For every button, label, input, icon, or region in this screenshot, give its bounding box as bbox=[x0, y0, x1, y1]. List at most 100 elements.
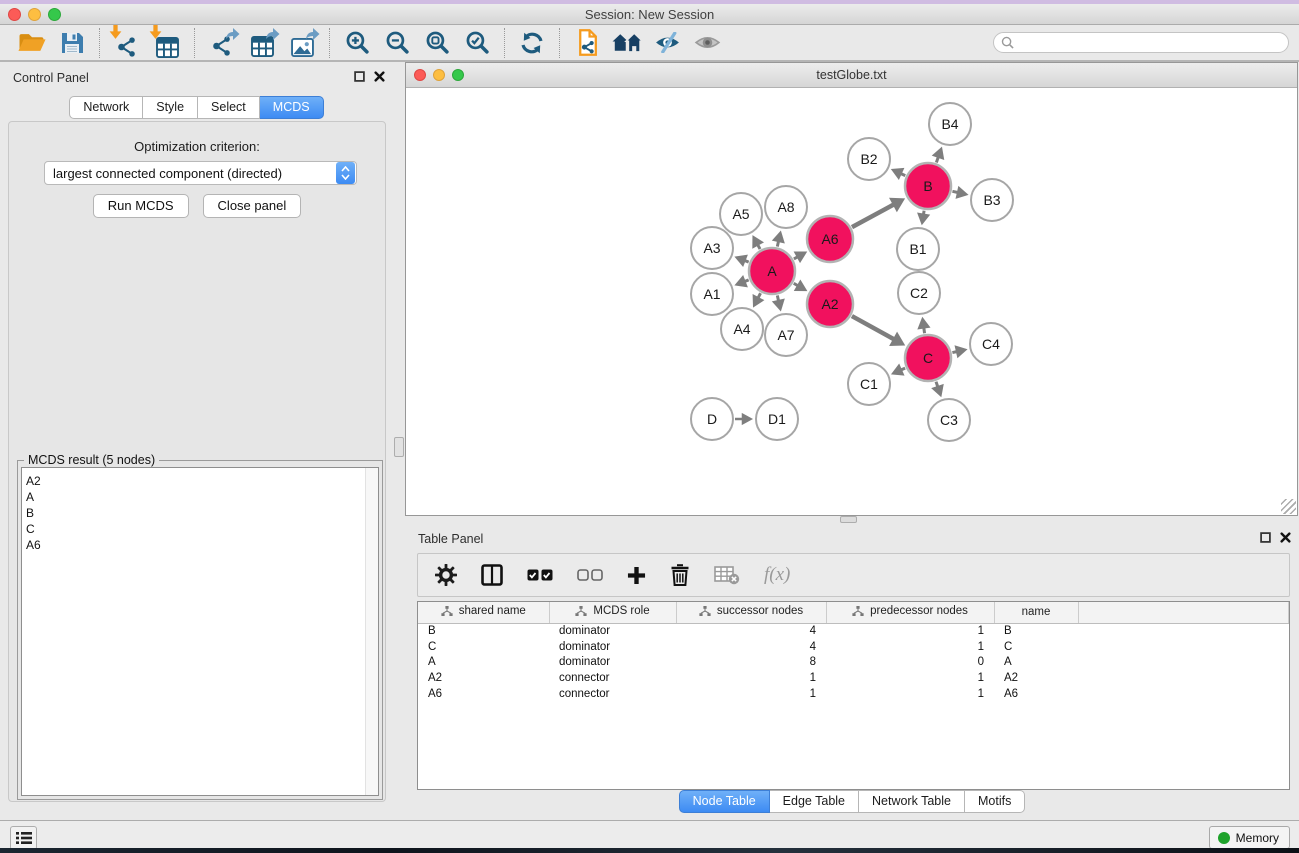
show-columns-button[interactable] bbox=[481, 564, 503, 586]
delete-table-button[interactable] bbox=[714, 565, 740, 585]
float-panel-icon[interactable] bbox=[354, 71, 365, 82]
first-neighbors-button[interactable] bbox=[607, 27, 647, 59]
node-C[interactable]: C bbox=[905, 335, 951, 381]
table-cell[interactable]: connector bbox=[549, 670, 676, 686]
tab-select[interactable]: Select bbox=[198, 96, 260, 119]
horizontal-splitter-handle[interactable] bbox=[840, 516, 857, 523]
table-cell[interactable]: 1 bbox=[676, 670, 826, 686]
tab-style[interactable]: Style bbox=[143, 96, 198, 119]
node-C2[interactable]: C2 bbox=[898, 272, 940, 314]
function-builder-button[interactable]: f(x) bbox=[764, 564, 790, 586]
close-panel-icon[interactable] bbox=[1280, 532, 1291, 543]
tab-network[interactable]: Network bbox=[69, 96, 143, 119]
table-cell[interactable]: 4 bbox=[676, 639, 826, 655]
save-session-button[interactable] bbox=[52, 27, 92, 59]
table-cell[interactable]: A bbox=[418, 655, 549, 671]
close-panel-button[interactable]: Close panel bbox=[203, 194, 302, 218]
mcds-result-item[interactable]: A2 bbox=[26, 473, 378, 489]
table-cell[interactable]: A6 bbox=[994, 686, 1078, 702]
run-mcds-button[interactable]: Run MCDS bbox=[93, 194, 189, 218]
list-scrollbar[interactable] bbox=[365, 468, 378, 795]
open-file-button[interactable] bbox=[12, 27, 52, 59]
tab-node-table[interactable]: Node Table bbox=[679, 790, 770, 813]
export-table-button[interactable] bbox=[242, 27, 282, 59]
resize-grip-icon[interactable] bbox=[1281, 499, 1296, 514]
node-A5[interactable]: A5 bbox=[720, 193, 762, 235]
select-all-columns-button[interactable] bbox=[527, 569, 553, 581]
table-cell[interactable]: A6 bbox=[418, 686, 549, 702]
node-D[interactable]: D bbox=[691, 398, 733, 440]
column-header[interactable]: MCDS role bbox=[549, 602, 676, 623]
table-cell[interactable]: 1 bbox=[826, 623, 994, 639]
column-header[interactable]: predecessor nodes bbox=[826, 602, 994, 623]
table-cell[interactable]: dominator bbox=[549, 655, 676, 671]
create-column-button[interactable] bbox=[627, 566, 646, 585]
column-header[interactable]: shared name bbox=[418, 602, 549, 623]
node-C4[interactable]: C4 bbox=[970, 323, 1012, 365]
table-cell[interactable]: 1 bbox=[676, 686, 826, 702]
table-cell[interactable]: 0 bbox=[826, 655, 994, 671]
table-cell[interactable]: C bbox=[994, 639, 1078, 655]
table-cell[interactable]: A bbox=[994, 655, 1078, 671]
node-A2[interactable]: A2 bbox=[807, 281, 853, 327]
table-cell[interactable]: 4 bbox=[676, 623, 826, 639]
refresh-view-button[interactable] bbox=[512, 27, 552, 59]
zoom-fit-button[interactable] bbox=[417, 27, 457, 59]
node-A7[interactable]: A7 bbox=[765, 314, 807, 356]
node-C1[interactable]: C1 bbox=[848, 363, 890, 405]
table-cell[interactable]: 8 bbox=[676, 655, 826, 671]
table-cell[interactable]: connector bbox=[549, 686, 676, 702]
deselect-all-columns-button[interactable] bbox=[577, 569, 603, 581]
tab-mcds[interactable]: MCDS bbox=[260, 96, 324, 119]
search-input[interactable] bbox=[1014, 35, 1288, 51]
node-A[interactable]: A bbox=[749, 248, 795, 294]
vertical-splitter-handle[interactable] bbox=[394, 437, 404, 457]
edge-A6-B[interactable] bbox=[852, 204, 895, 227]
import-table-button[interactable] bbox=[147, 27, 187, 59]
criterion-dropdown[interactable]: largest connected component (directed) bbox=[44, 161, 357, 185]
mcds-result-item[interactable]: B bbox=[26, 505, 378, 521]
float-panel-icon[interactable] bbox=[1260, 532, 1271, 543]
table-settings-button[interactable] bbox=[435, 564, 457, 586]
table-cell[interactable]: A2 bbox=[994, 670, 1078, 686]
export-network-button[interactable] bbox=[202, 27, 242, 59]
table-cell[interactable]: 1 bbox=[826, 639, 994, 655]
table-cell[interactable]: B bbox=[994, 623, 1078, 639]
table-cell[interactable]: dominator bbox=[549, 623, 676, 639]
zoom-in-button[interactable] bbox=[337, 27, 377, 59]
zoom-out-button[interactable] bbox=[377, 27, 417, 59]
mcds-result-item[interactable]: A bbox=[26, 489, 378, 505]
new-network-from-selection-button[interactable] bbox=[567, 27, 607, 59]
search-field[interactable] bbox=[993, 32, 1289, 53]
node-B3[interactable]: B3 bbox=[971, 179, 1013, 221]
tab-motifs[interactable]: Motifs bbox=[965, 790, 1025, 813]
table-cell[interactable]: C bbox=[418, 639, 549, 655]
delete-column-button[interactable] bbox=[670, 563, 690, 587]
column-header[interactable]: successor nodes bbox=[676, 602, 826, 623]
node-A8[interactable]: A8 bbox=[765, 186, 807, 228]
network-canvas[interactable]: B4B2BB3A8A5A6A3B1AA1C2A2A4A7C4CC1C3DD1 bbox=[407, 89, 1296, 514]
mcds-result-item[interactable]: C bbox=[26, 521, 378, 537]
hide-selected-button[interactable] bbox=[647, 27, 687, 59]
table-cell[interactable]: B bbox=[418, 623, 549, 639]
zoom-selected-button[interactable] bbox=[457, 27, 497, 59]
table-cell[interactable]: A2 bbox=[418, 670, 549, 686]
node-A3[interactable]: A3 bbox=[691, 227, 733, 269]
tab-edge-table[interactable]: Edge Table bbox=[770, 790, 859, 813]
table-cell[interactable]: dominator bbox=[549, 639, 676, 655]
column-header[interactable]: name bbox=[994, 602, 1078, 623]
node-A6[interactable]: A6 bbox=[807, 216, 853, 262]
export-image-button[interactable] bbox=[282, 27, 322, 59]
show-all-button[interactable] bbox=[687, 27, 727, 59]
node-B4[interactable]: B4 bbox=[929, 103, 971, 145]
close-panel-icon[interactable] bbox=[374, 71, 385, 82]
edge-A2-C[interactable] bbox=[852, 316, 895, 340]
mcds-result-item[interactable]: A6 bbox=[26, 537, 378, 553]
node-A4[interactable]: A4 bbox=[721, 308, 763, 350]
node-B[interactable]: B bbox=[905, 163, 951, 209]
node-C3[interactable]: C3 bbox=[928, 399, 970, 441]
table-cell[interactable]: 1 bbox=[826, 670, 994, 686]
tab-network-table[interactable]: Network Table bbox=[859, 790, 965, 813]
table-cell[interactable]: 1 bbox=[826, 686, 994, 702]
node-B1[interactable]: B1 bbox=[897, 228, 939, 270]
